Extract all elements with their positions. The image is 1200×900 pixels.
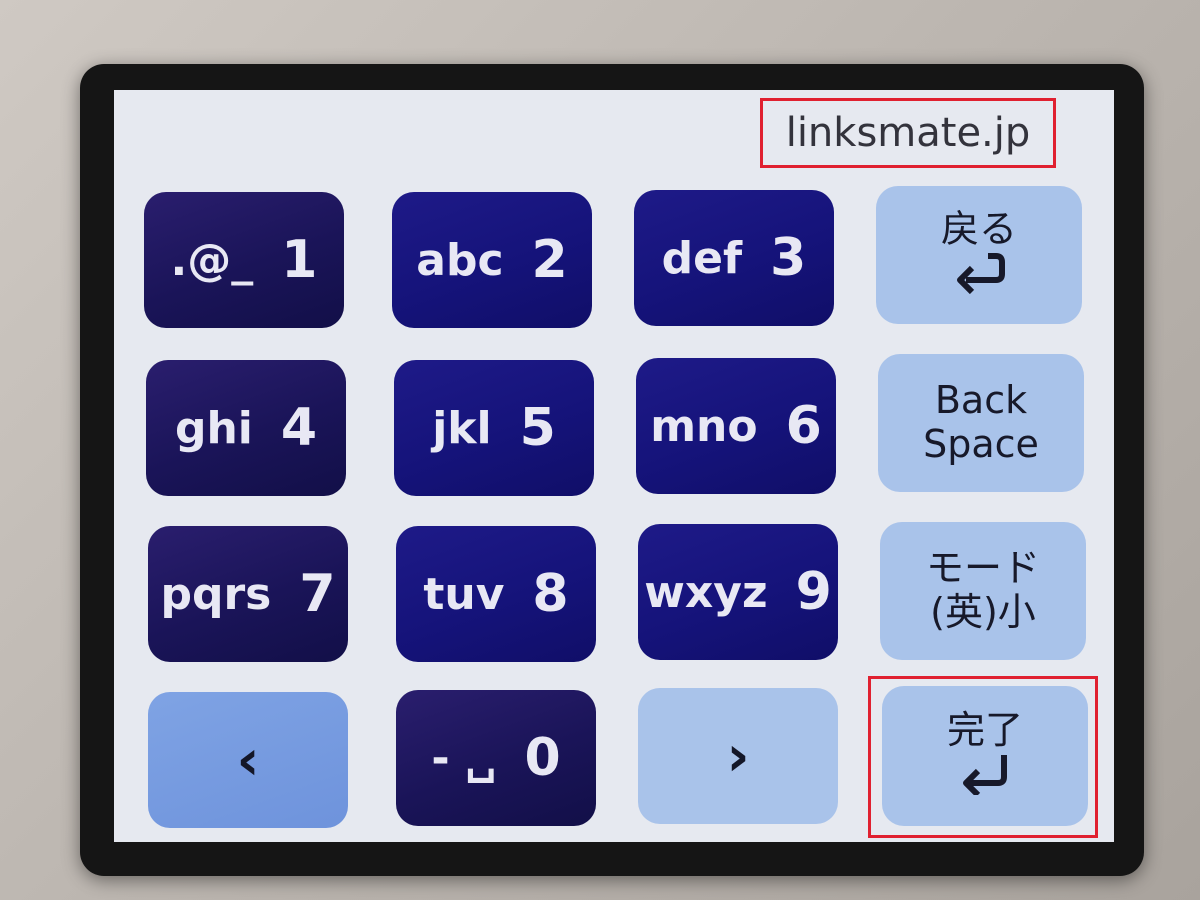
backspace-content: Back Space — [923, 379, 1039, 466]
key-5-digit: 5 — [519, 398, 556, 458]
keypad-screen: linksmate.jp .@_ 1 abc 2 def 3 戻る ghi 4 … — [114, 90, 1114, 842]
key-9[interactable]: wxyz 9 — [638, 524, 838, 660]
key-6-letters: mno — [650, 400, 758, 452]
done-button[interactable]: 完了 — [882, 686, 1088, 826]
key-8-letters: tuv — [423, 568, 505, 620]
key-4-digit: 4 — [280, 398, 318, 458]
backspace-line1: Back — [934, 378, 1028, 423]
back-button[interactable]: 戻る — [876, 186, 1082, 324]
key-3[interactable]: def 3 — [634, 190, 834, 326]
back-label: 戻る — [940, 207, 1017, 252]
chevron-left-icon: ‹ — [236, 727, 260, 793]
key-0-digit: 0 — [524, 728, 561, 788]
key-7[interactable]: pqrs 7 — [148, 526, 348, 662]
mode-line1: モード — [925, 546, 1040, 591]
key-5-letters: jkl — [432, 402, 492, 454]
done-label: 完了 — [946, 708, 1023, 753]
mode-content: モード (英)小 — [926, 547, 1040, 634]
key-1-letters: .@_ — [170, 234, 254, 286]
return-arrow-icon — [952, 252, 1006, 302]
back-button-content: 戻る — [940, 207, 1017, 302]
key-6[interactable]: mno 6 — [636, 358, 836, 494]
key-4-letters: ghi — [174, 402, 253, 454]
key-0[interactable]: - ␣ 0 — [396, 690, 596, 826]
done-content: 完了 — [946, 708, 1023, 803]
key-2[interactable]: abc 2 — [392, 192, 592, 328]
key-7-digit: 7 — [299, 564, 336, 624]
key-8-digit: 8 — [532, 564, 569, 624]
backspace-button[interactable]: Back Space — [878, 354, 1084, 492]
chevron-right-icon: › — [726, 723, 750, 789]
url-input-display[interactable]: linksmate.jp — [760, 98, 1056, 168]
key-0-letters: - ␣ — [431, 732, 497, 784]
cursor-right-button[interactable]: › — [638, 688, 838, 824]
cursor-left-button[interactable]: ‹ — [148, 692, 348, 828]
url-text: linksmate.jp — [785, 110, 1031, 156]
key-8[interactable]: tuv 8 — [396, 526, 596, 662]
device-body: linksmate.jp .@_ 1 abc 2 def 3 戻る ghi 4 … — [0, 0, 1200, 900]
mode-line2: (英)小 — [930, 590, 1036, 634]
key-9-letters: wxyz — [644, 566, 768, 618]
key-9-digit: 9 — [795, 562, 832, 622]
mode-button[interactable]: モード (英)小 — [880, 522, 1086, 660]
key-7-letters: pqrs — [160, 568, 272, 620]
backspace-line2: Space — [923, 422, 1039, 466]
key-1[interactable]: .@_ 1 — [144, 192, 344, 328]
key-4[interactable]: ghi 4 — [146, 360, 346, 496]
key-5[interactable]: jkl 5 — [394, 360, 594, 496]
enter-arrow-icon — [958, 753, 1012, 803]
key-2-digit: 2 — [531, 230, 568, 290]
key-1-digit: 1 — [281, 230, 318, 290]
key-3-digit: 3 — [770, 228, 807, 288]
key-6-digit: 6 — [785, 396, 822, 456]
key-3-letters: def — [661, 232, 743, 284]
key-2-letters: abc — [416, 234, 504, 286]
